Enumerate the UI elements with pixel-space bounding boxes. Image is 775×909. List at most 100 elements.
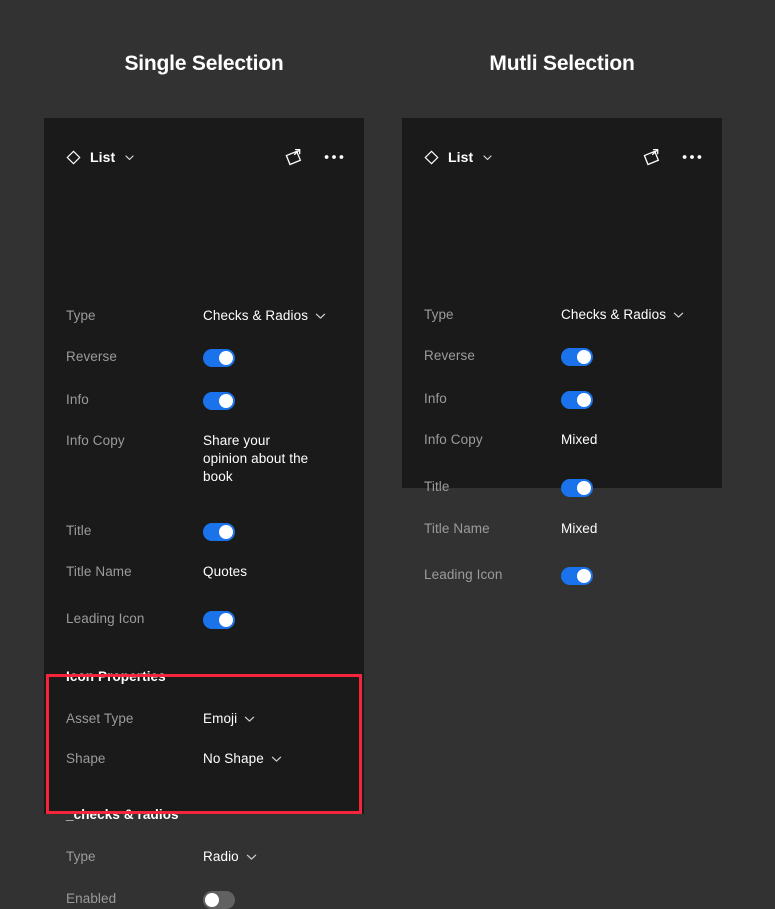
detach-instance-icon[interactable] [282, 146, 304, 168]
toggle-knob [577, 350, 591, 364]
panel-header-actions-multi [640, 146, 702, 168]
property-row-shape: Shape No Shape [44, 750, 364, 768]
toggle-info[interactable] [561, 391, 593, 409]
properties-panel-multi: List Type Checks & Radios Reverse Info I… [402, 118, 722, 585]
property-value-text-title-name: Quotes [203, 564, 248, 579]
detach-instance-icon[interactable] [640, 146, 662, 168]
section-title-single: Single Selection [124, 52, 284, 75]
toggle-title[interactable] [203, 523, 235, 541]
group-heading-icon-properties: Icon Properties [66, 669, 166, 684]
property-row-enabled: Enabled [44, 890, 364, 909]
property-label-reverse: Reverse [66, 349, 117, 364]
property-value-title[interactable] [561, 478, 702, 497]
property-label-type: Type [424, 307, 454, 322]
property-value-text-info-copy: Mixed [561, 432, 598, 447]
property-row-type: Type Radio [44, 848, 364, 866]
chevron-down-icon[interactable] [246, 848, 257, 866]
property-row-title: Title [402, 478, 722, 497]
property-value-asset-type[interactable]: Emoji [203, 710, 344, 728]
toggle-knob [577, 569, 591, 583]
chevron-down-icon[interactable] [315, 307, 326, 325]
property-value-type[interactable]: Radio [203, 848, 344, 866]
more-options-icon[interactable] [682, 154, 702, 160]
property-label-title-name: Title Name [66, 564, 132, 579]
instance-selector-single[interactable]: List [66, 149, 135, 165]
property-value-shape[interactable]: No Shape [203, 750, 344, 768]
property-label-leading-icon: Leading Icon [66, 611, 145, 626]
toggle-knob [219, 525, 233, 539]
property-row-leading-icon: Leading Icon [402, 566, 722, 585]
property-value-info-copy[interactable]: Share your opinion about the book [203, 432, 344, 486]
toggle-leading-icon[interactable] [561, 567, 593, 585]
property-value-title-name[interactable]: Quotes [203, 563, 344, 581]
group-heading-checks-radios: _checks & radios [66, 807, 179, 822]
property-row-info-copy: Info Copy Mixed [402, 431, 722, 449]
property-value-info-copy[interactable]: Mixed [561, 431, 702, 449]
property-row-title-name: Title Name Mixed [402, 520, 722, 538]
property-value-title-name[interactable]: Mixed [561, 520, 702, 538]
property-label-leading-icon: Leading Icon [424, 567, 503, 582]
property-label-type: Type [66, 849, 96, 864]
panel-header-multi: List [402, 144, 722, 170]
property-row-info: Info [44, 391, 364, 410]
property-label-info: Info [424, 391, 447, 406]
property-label-reverse: Reverse [424, 348, 475, 363]
panel-header-actions-single [282, 146, 344, 168]
property-value-leading-icon[interactable] [561, 566, 702, 585]
property-value-text-type: Radio [203, 849, 239, 864]
section-title-multi: Mutli Selection [489, 52, 635, 75]
toggle-enabled[interactable] [203, 891, 235, 909]
property-label-type: Type [66, 308, 96, 323]
property-value-reverse[interactable] [203, 348, 344, 367]
toggle-knob [577, 481, 591, 495]
property-value-type[interactable]: Checks & Radios [561, 306, 702, 324]
property-label-info: Info [66, 392, 89, 407]
property-row-reverse: Reverse [402, 347, 722, 366]
property-label-info-copy: Info Copy [66, 433, 125, 448]
property-value-info[interactable] [561, 390, 702, 409]
property-value-reverse[interactable] [561, 347, 702, 366]
property-value-text-type: Checks & Radios [203, 308, 309, 323]
chevron-down-icon[interactable] [482, 152, 493, 163]
property-row-reverse: Reverse [44, 348, 364, 367]
toggle-knob [219, 613, 233, 627]
property-row-title: Title [44, 522, 364, 541]
property-label-enabled: Enabled [66, 891, 117, 906]
instance-name-multi: List [448, 149, 474, 165]
property-label-shape: Shape [66, 751, 106, 766]
property-value-text-title-name: Mixed [561, 521, 598, 536]
property-label-info-copy: Info Copy [424, 432, 483, 447]
chevron-down-icon[interactable] [673, 306, 684, 324]
panel-header-single: List [44, 144, 364, 170]
toggle-knob [219, 351, 233, 365]
property-value-title[interactable] [203, 522, 344, 541]
property-row-type: Type Checks & Radios [402, 306, 722, 324]
toggle-info[interactable] [203, 392, 235, 410]
property-value-leading-icon[interactable] [203, 610, 344, 629]
property-row-info-copy: Info Copy Share your opinion about the bo… [44, 432, 364, 486]
toggle-knob [205, 893, 219, 907]
toggle-knob [219, 394, 233, 408]
toggle-reverse[interactable] [561, 348, 593, 366]
property-row-leading-icon: Leading Icon [44, 610, 364, 629]
property-value-type[interactable]: Checks & Radios [203, 307, 344, 325]
chevron-down-icon[interactable] [124, 152, 135, 163]
property-value-info[interactable] [203, 391, 344, 410]
canvas: Single Selection Mutli Selection List Ty… [0, 0, 775, 909]
more-options-icon[interactable] [324, 154, 344, 160]
property-label-asset-type: Asset Type [66, 711, 134, 726]
toggle-leading-icon[interactable] [203, 611, 235, 629]
toggle-title[interactable] [561, 479, 593, 497]
property-row-title-name: Title Name Quotes [44, 563, 364, 581]
property-value-enabled[interactable] [203, 890, 344, 909]
toggle-reverse[interactable] [203, 349, 235, 367]
property-value-text-info-copy: Share your opinion about the book [203, 433, 309, 484]
toggle-knob [577, 393, 591, 407]
properties-panel-single: List Type Checks & Radios Reverse Info I… [44, 118, 364, 909]
property-label-title: Title [66, 523, 92, 538]
chevron-down-icon[interactable] [271, 750, 282, 768]
property-label-title: Title [424, 479, 450, 494]
instance-selector-multi[interactable]: List [424, 149, 493, 165]
chevron-down-icon[interactable] [244, 710, 255, 728]
property-value-text-type: Checks & Radios [561, 307, 667, 322]
